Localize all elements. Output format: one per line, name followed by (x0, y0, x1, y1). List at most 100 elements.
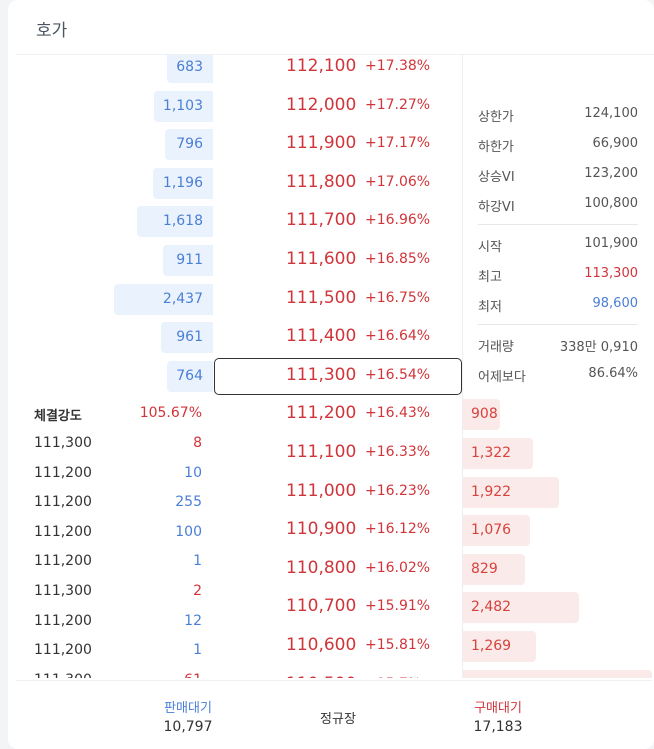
stat-lower-limit: 하한가 66,900 (478, 136, 638, 158)
price-value: 111,600 (286, 249, 357, 269)
trade-quantity: 1 (193, 642, 202, 659)
price-cell[interactable]: 111,800 +17.06% (216, 163, 463, 201)
ask-volume-bar: 1,103 (154, 90, 213, 122)
trade-price: 111,200 (34, 553, 92, 570)
price-value: 111,400 (286, 326, 357, 347)
price-change: +15.81% (365, 637, 431, 653)
price-cell[interactable]: 110,800 +16.02% (216, 549, 463, 587)
price-cell[interactable]: 111,700 +16.96% (216, 201, 463, 239)
stat-label: 최고 (478, 270, 502, 285)
price-value: 111,500 (286, 287, 357, 308)
sell-wait: 판매대기 10,797 (148, 697, 228, 735)
stat-low: 최저 98,600 (478, 296, 638, 318)
stat-label: 하한가 (478, 140, 514, 155)
trade-quantity: 255 (175, 494, 202, 511)
price-cell[interactable]: 110,700 +15.91% (216, 587, 463, 625)
sell-wait-label: 판매대기 (164, 701, 212, 716)
trade-quantity: 61 (184, 672, 202, 678)
footer-divider (16, 680, 652, 681)
trade-quantity: 2 (193, 583, 202, 599)
price-change: +15.91% (365, 598, 431, 615)
price-cell[interactable]: 111,900 +17.17% (216, 124, 463, 162)
price-cell[interactable]: 111,200 +16.43% (216, 394, 463, 432)
stat-label: 거래량 (478, 340, 514, 355)
bid-volume-bar: 908 (463, 399, 500, 431)
price-cell[interactable]: 112,000 +17.27% (216, 86, 463, 124)
orderbook-panel: 호가 683 112,100 +17.38% 1,103 112,000 +17.27% 7… (8, 0, 654, 749)
orderbook-scroll-area[interactable]: 683 112,100 +17.38% 1,103 112,000 +17.27% 796 1… (16, 55, 652, 678)
bid-volume-bar: 1,322 (463, 438, 533, 469)
ask-volume-bar: 796 (165, 129, 213, 161)
price-change: +16.02% (365, 559, 431, 576)
current-price-highlight (214, 357, 462, 395)
trade-row: 111,300 8 (34, 435, 202, 457)
stat-vs-yesterday: 어제보다 86.64% (478, 366, 638, 388)
price-cell[interactable]: 112,100 +17.38% (216, 55, 463, 85)
stat-label: 어제보다 (478, 370, 526, 385)
price-value: 110,700 (286, 596, 357, 617)
trade-price: 111,200 (34, 612, 92, 629)
orderbook-ask-row[interactable]: 683 112,100 +17.38% (16, 55, 652, 85)
price-value: 110,900 (286, 519, 357, 540)
trade-row: 111,200 1 (34, 642, 202, 664)
ask-volume-bar: 764 (167, 360, 213, 392)
stat-label: 최저 (478, 300, 502, 315)
price-change: +17.17% (365, 135, 431, 152)
sell-wait-value: 10,797 (163, 719, 213, 735)
price-value: 111,200 (286, 403, 357, 424)
price-value: 110,500 (286, 665, 356, 678)
trade-row: 111,300 2 (34, 583, 202, 605)
trade-price: 111,300 (34, 672, 92, 678)
price-value: 111,800 (286, 171, 357, 192)
price-change: +16.75% (365, 289, 431, 306)
trade-row: 111,200 100 (34, 524, 202, 546)
stat-value: 86.64% (588, 366, 638, 381)
price-value: 112,000 (286, 94, 357, 115)
price-value: 112,100 (286, 56, 357, 76)
session-status: 정규장 (320, 712, 356, 727)
price-cell[interactable]: 111,600 +16.85% (216, 240, 463, 278)
stat-value: 338만 0,910 (559, 340, 638, 355)
trade-quantity: 100 (175, 523, 202, 540)
buy-wait-value: 17,183 (473, 719, 523, 735)
ask-volume-bar: 2,437 (114, 283, 213, 315)
trade-price: 111,300 (34, 583, 92, 599)
price-value: 111,000 (286, 480, 357, 501)
price-change: +16.12% (365, 521, 431, 538)
trade-row: 111,300 61 (34, 672, 202, 678)
price-cell[interactable]: 111,500 +16.75% (216, 279, 463, 317)
price-cell[interactable]: 111,400 +16.64% (216, 317, 463, 355)
trade-row: 111,200 1 (34, 553, 202, 575)
price-cell[interactable]: 111,000 +16.23% (216, 472, 463, 510)
panel-title: 호가 (36, 21, 68, 41)
trade-quantity: 8 (193, 435, 202, 451)
stat-value: 124,100 (584, 106, 638, 121)
column-divider (462, 55, 463, 678)
stat-value: 101,900 (584, 236, 638, 251)
bid-volume-bar: 1,076 (463, 515, 530, 547)
bid-volume-bar: 2,482 (463, 592, 579, 624)
trade-row: 111,200 12 (34, 613, 202, 635)
trade-strength: 체결강도 105.67% (34, 405, 202, 427)
trade-row: 111,200 255 (34, 494, 202, 516)
price-value: 111,700 (286, 210, 357, 231)
stat-vi-up: 상승VI 123,200 (478, 166, 638, 188)
stats-separator (478, 224, 638, 225)
bid-volume-bar: 1,269 (463, 631, 536, 662)
price-cell[interactable]: 110,600 +15.81% (216, 626, 463, 664)
bid-volume-bar (463, 669, 652, 678)
trade-strength-label: 체결강도 (34, 409, 82, 424)
price-cell[interactable]: 110,500 +15.7% (216, 665, 463, 678)
ask-volume-bar: 683 (167, 55, 213, 83)
stat-vi-down: 하강VI 100,800 (478, 196, 638, 218)
price-change: +17.06% (365, 173, 431, 190)
trade-quantity: 10 (184, 464, 202, 481)
price-cell[interactable]: 110,900 +16.12% (216, 510, 463, 548)
buy-wait: 구매대기 17,183 (458, 697, 538, 735)
ask-volume-bar: 1,618 (137, 206, 213, 238)
stat-volume: 거래량 338만 0,910 (478, 336, 638, 358)
trade-price: 111,200 (34, 494, 92, 511)
price-cell[interactable]: 111,100 +16.33% (216, 433, 463, 471)
stat-label: 시작 (478, 240, 502, 255)
price-value: 110,600 (286, 635, 357, 655)
